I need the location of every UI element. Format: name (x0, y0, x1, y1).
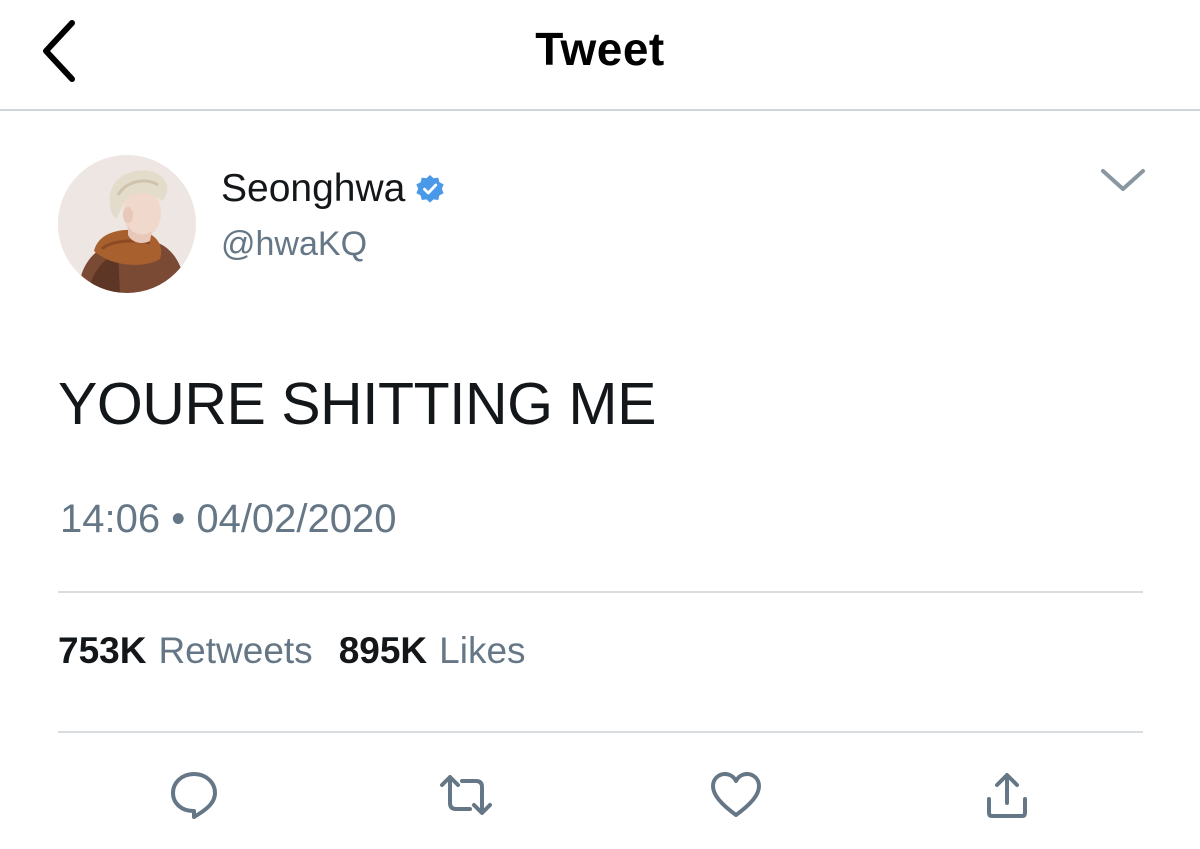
divider (58, 731, 1143, 733)
likes-label: Likes (439, 630, 526, 671)
display-name: Seonghwa (221, 167, 406, 210)
tweet-author: Seonghwa @hwaKQ (58, 155, 1148, 295)
retweets-count: 753K (58, 630, 147, 671)
share-button[interactable] (977, 765, 1037, 825)
likes-stat[interactable]: 895K Likes (339, 630, 526, 672)
share-icon (987, 773, 1027, 818)
avatar[interactable] (58, 155, 196, 293)
top-navigation-bar: Tweet (0, 0, 1200, 111)
divider (58, 591, 1143, 593)
tweet-options-button[interactable] (1098, 160, 1148, 200)
tweet-text: YOURE SHITTING ME (58, 371, 656, 437)
retweet-icon (440, 775, 492, 815)
page-title: Tweet (535, 23, 665, 75)
reply-button[interactable] (164, 765, 224, 825)
tweet-detail-screen: Tweet Seonghwa @hwaKQ YOURE SHITTING ME … (0, 0, 1200, 849)
verified-badge-icon (416, 175, 444, 203)
retweet-button[interactable] (436, 765, 496, 825)
heart-icon (711, 772, 761, 817)
retweets-stat[interactable]: 753K Retweets (58, 630, 313, 672)
like-button[interactable] (706, 765, 766, 825)
likes-count: 895K (338, 630, 428, 671)
comment-icon (171, 772, 217, 819)
tweet-actions-bar (0, 765, 1200, 825)
author-name-row[interactable]: Seonghwa (221, 167, 445, 211)
engagement-stats: 753K Retweets 895K Likes (58, 630, 526, 672)
user-handle[interactable]: @hwaKQ (221, 225, 367, 264)
retweets-label: Retweets (158, 630, 313, 671)
chevron-down-icon (1101, 169, 1145, 191)
avatar-image (58, 155, 196, 293)
tweet-timestamp: 14:06 • 04/02/2020 (60, 497, 397, 541)
